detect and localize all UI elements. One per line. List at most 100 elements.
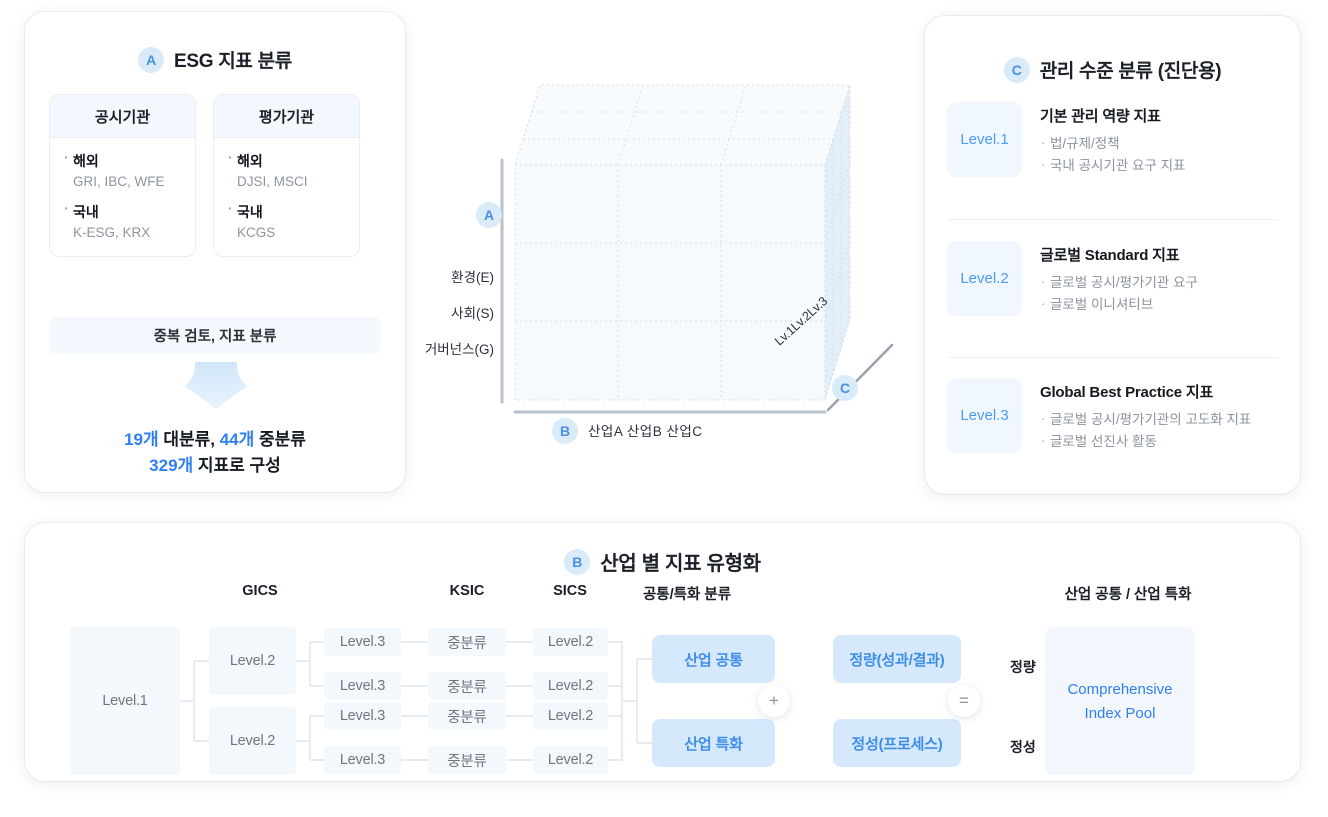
chip-quantitative: 정량(성과/결과) [833, 635, 961, 683]
column-header-result: 산업 공통 / 산업 특화 [1064, 587, 1192, 603]
column-header-gics: GICS [242, 583, 278, 599]
level-content: 기본 관리 역량 지표 법/규제/정책 국내 공시기관 요구 지표 [1040, 102, 1185, 178]
panel-b-title-row: B 산업 별 지표 유형화 [25, 547, 1300, 576]
panel-industry-typology: B 산업 별 지표 유형화 GICS KSIC SICS 공통/특화 분류 산업… [25, 523, 1300, 781]
chip-gics-level2: Level.2 [209, 627, 296, 695]
summary-line-1: 19개 대분류, 44개 중분류 [25, 427, 405, 453]
cube-axis-y-badge: A [476, 202, 502, 228]
side-label-qualitative: 정성 [1010, 739, 1036, 755]
institution-card-body: 해외 DJSI, MSCI 국내 KCGS [214, 138, 359, 256]
institution-group-value: K-ESG, KRX [73, 225, 151, 240]
level-item: 글로벌 공시/평가기관 요구 [1040, 271, 1198, 294]
level-divider [947, 357, 1278, 358]
panel-c-title: 관리 수준 분류 (진단용) [1039, 61, 1222, 82]
institution-card-header: 평가기관 [214, 95, 359, 138]
chip-industry-common: 산업 공통 [652, 635, 775, 683]
chip-gics-level2: Level.2 [209, 707, 296, 775]
cube-axis-x-badge: B [552, 418, 578, 444]
down-arrow-icon [185, 362, 247, 409]
level-divider [947, 219, 1278, 220]
level-row-3: Level.3 Global Best Practice 지표 글로벌 공시/평… [925, 378, 1300, 454]
chip-gics-level3: Level.3 [324, 672, 401, 700]
panel-management-level: C 관리 수준 분류 (진단용) Level.1 기본 관리 역량 지표 법/규… [925, 16, 1300, 494]
panel-c-title-row: C 관리 수준 분류 (진단용) [925, 56, 1300, 83]
summary-count-middle: 44개 [219, 430, 255, 449]
level-badge: Level.2 [947, 241, 1022, 316]
panel-a-title-row: A ESG 지표 분류 [25, 46, 405, 73]
institution-card-body: 해외 GRI, IBC, WFE 국내 K-ESG, KRX [50, 138, 195, 256]
chip-sics: Level.2 [533, 746, 608, 774]
side-label-quantitative: 정량 [1010, 659, 1036, 675]
level-item: 법/규제/정책 [1040, 132, 1185, 155]
summary-text-major: 대분류, [158, 430, 220, 449]
panel-c-badge: C [1003, 56, 1030, 83]
level-title: 기본 관리 역량 지표 [1040, 108, 1161, 125]
panel-esg-classification: A ESG 지표 분류 공시기관 해외 GRI, IBC, WFE 국내 K-E… [25, 12, 405, 492]
chip-gics-level3: Level.3 [324, 746, 401, 774]
institution-card-disclosure: 공시기관 해외 GRI, IBC, WFE 국내 K-ESG, KRX [49, 94, 196, 257]
institution-group-label: 해외 [64, 149, 181, 171]
institution-group-value: GRI, IBC, WFE [73, 174, 165, 189]
level-badge: Level.1 [947, 102, 1022, 177]
review-bar: 중복 검토, 지표 분류 [49, 317, 381, 354]
level-content: 글로벌 Standard 지표 글로벌 공시/평가기관 요구 글로벌 이니셔티브 [1040, 241, 1198, 317]
summary-count-total: 329개 [149, 456, 194, 476]
institution-group: 해외 DJSI, MSCI [228, 149, 345, 189]
chip-comprehensive-index-pool: Comprehensive Index Pool [1045, 627, 1195, 775]
chip-ksic: 중분류 [428, 702, 506, 730]
pool-line-2: Index Pool [1084, 704, 1156, 722]
equals-icon: = [948, 685, 980, 717]
summary-count-major: 19개 [124, 430, 159, 449]
level-title: Global Best Practice 지표 [1040, 384, 1214, 401]
plus-icon: + [758, 685, 790, 717]
institution-group-value: KCGS [237, 225, 276, 240]
industry-flow-diagram: GICS KSIC SICS 공통/특화 분류 산업 공통 / 산업 특화 Le… [25, 583, 1300, 779]
chip-level1: Level.1 [70, 627, 180, 775]
institution-group: 국내 KCGS [228, 200, 345, 240]
institution-group-value: DJSI, MSCI [237, 174, 308, 189]
panel-a-title: ESG 지표 분류 [174, 51, 292, 72]
level-item: 글로벌 선진사 활동 [1040, 430, 1251, 453]
chip-qualitative: 정성(프로세스) [833, 719, 961, 767]
cube-axis-z-badge: C [832, 375, 858, 401]
chip-ksic: 중분류 [428, 672, 506, 700]
chip-ksic: 중분류 [428, 746, 506, 774]
cube-svg [500, 84, 894, 414]
cube-x-labels: 산업A 산업B 산업C [588, 424, 703, 439]
pool-line-1: Comprehensive [1067, 680, 1173, 698]
institution-card-row: 공시기관 해외 GRI, IBC, WFE 국내 K-ESG, KRX 평가기관… [49, 94, 360, 257]
level-badge: Level.3 [947, 378, 1022, 453]
cube-y-label-environment: 환경(E) [451, 270, 494, 285]
institution-card-header: 공시기관 [50, 95, 195, 138]
chip-industry-specific: 산업 특화 [652, 719, 775, 767]
institution-card-rating: 평가기관 해외 DJSI, MSCI 국내 KCGS [213, 94, 360, 257]
level-row-1: Level.1 기본 관리 역량 지표 법/규제/정책 국내 공시기관 요구 지… [925, 102, 1300, 178]
summary-text-middle: 중분류 [254, 430, 306, 449]
panel-a-badge: A [138, 46, 165, 73]
cube-diagram: A B C 환경(E) 사회(S) 거버넌스(G) 산업A 산업B 산업C Lv… [420, 20, 920, 480]
chip-gics-level3: Level.3 [324, 702, 401, 730]
institution-group: 해외 GRI, IBC, WFE [64, 149, 181, 189]
cube-y-label-governance: 거버넌스(G) [424, 342, 494, 357]
level-item: 국내 공시기관 요구 지표 [1040, 154, 1185, 177]
level-item: 글로벌 공시/평가기관의 고도화 지표 [1040, 408, 1251, 431]
institution-group-label: 국내 [64, 200, 181, 222]
chip-sics: Level.2 [533, 702, 608, 730]
chip-ksic: 중분류 [428, 628, 506, 656]
cube-y-label-social: 사회(S) [451, 306, 494, 321]
institution-group-label: 국내 [228, 200, 345, 222]
level-title: 글로벌 Standard 지표 [1040, 247, 1180, 264]
chip-sics: Level.2 [533, 628, 608, 656]
panel-b-badge: B [564, 548, 591, 575]
column-header-common: 공통/특화 분류 [642, 587, 732, 603]
level-row-2: Level.2 글로벌 Standard 지표 글로벌 공시/평가기관 요구 글… [925, 241, 1300, 317]
chip-gics-level3: Level.3 [324, 628, 401, 656]
summary-text-total: 지표로 구성 [193, 456, 281, 476]
panel-b-title: 산업 별 지표 유형화 [600, 553, 761, 575]
level-item: 글로벌 이니셔티브 [1040, 293, 1198, 316]
institution-group: 국내 K-ESG, KRX [64, 200, 181, 240]
institution-group-label: 해외 [228, 149, 345, 171]
summary-text: 19개 대분류, 44개 중분류 329개 지표로 구성 [25, 427, 405, 480]
summary-line-2: 329개 지표로 구성 [25, 453, 405, 479]
chip-sics: Level.2 [533, 672, 608, 700]
